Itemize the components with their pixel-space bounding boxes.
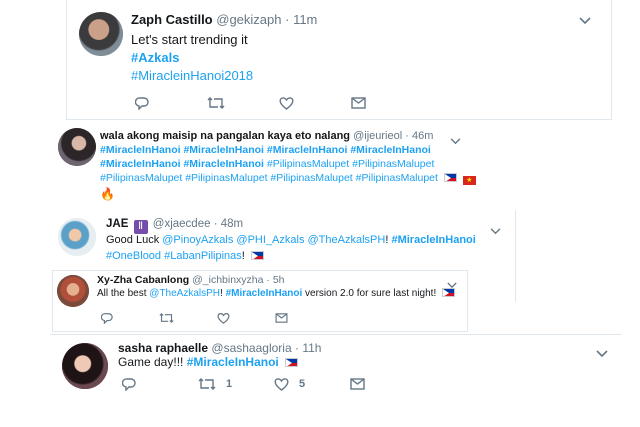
tweet-text: ! — [241, 250, 245, 262]
tweet-actions: 1 5 — [122, 377, 365, 391]
hashtag-links[interactable]: #PilipinasMalupet #PilipinasMalupet #Pil… — [100, 172, 438, 184]
message-icon[interactable] — [275, 313, 288, 323]
vietnam-flag-icon: ★ — [462, 176, 476, 185]
philippines-flag-icon — [250, 251, 264, 260]
reply-icon[interactable] — [135, 96, 207, 110]
hashtag-links[interactable]: #MiracleInHanoi #MiracleInHanoi #Miracle… — [100, 144, 431, 156]
tweet-card-2[interactable]: wala akong maisip na pangalan kaya eto n… — [52, 124, 476, 204]
avatar[interactable] — [79, 12, 123, 56]
tweet-actions — [135, 96, 366, 110]
avatar[interactable] — [58, 218, 96, 256]
avatar[interactable] — [58, 128, 96, 166]
tweet-author-handle[interactable]: @sashaagloria — [211, 341, 291, 355]
hashtag-link[interactable]: #LabanPilipinas — [164, 250, 242, 262]
retweet-icon[interactable] — [207, 96, 279, 110]
reply-icon[interactable] — [101, 312, 159, 324]
mention-link[interactable]: @PinoyAzkals — [162, 234, 233, 246]
tweet-time[interactable]: · 11m — [285, 12, 317, 27]
tweet-author-name[interactable]: wala akong maisip na pangalan kaya eto n… — [100, 130, 350, 142]
hashtag-links[interactable]: #MiracleInHanoi #MiracleInHanoi — [100, 158, 267, 170]
tweet-author-name[interactable]: JAE — [106, 218, 128, 230]
tweet-time[interactable]: · 11h — [295, 341, 321, 355]
tweet-text: version 2.0 for sure last night! — [302, 288, 439, 299]
hashtag-links[interactable]: #PilipinasMalupet #PilipinasMalupet — [267, 158, 435, 170]
hashtag-link[interactable]: #MiracleInHanoi — [391, 234, 475, 246]
chevron-down-icon[interactable] — [579, 12, 591, 30]
tweet-actions — [101, 312, 288, 324]
tweet-card-1[interactable]: Zaph Castillo @gekizaph · 11m Let's star… — [66, 0, 612, 120]
mention-link[interactable]: @PHI_Azkals — [236, 234, 304, 246]
retweet-count: 1 — [226, 378, 233, 390]
chevron-down-icon[interactable] — [596, 345, 608, 363]
gemini-icon: Ⅱ — [133, 220, 148, 234]
reply-icon[interactable] — [122, 377, 198, 391]
tweet-time[interactable]: · 46m — [405, 130, 433, 142]
like-count: 5 — [299, 378, 306, 390]
tweet-author-name[interactable]: sasha raphaelle — [118, 341, 208, 355]
tweet-card-5[interactable]: sasha raphaelle @sashaagloria · 11h Game… — [50, 334, 622, 400]
philippines-flag-icon — [442, 288, 455, 297]
tweet-text: All the best — [97, 288, 150, 299]
hashtag-link[interactable]: #MiracleInHanoi — [226, 288, 303, 299]
like-icon[interactable]: 5 — [274, 377, 350, 391]
tweet-time[interactable]: · 5h — [266, 274, 284, 286]
tweet-author-handle[interactable]: @_ichbinxyzha — [192, 274, 263, 286]
tweet-author-name[interactable]: Zaph Castillo — [131, 12, 213, 27]
tweet-card-4[interactable]: Xy-Zha Cabanlong @_ichbinxyzha · 5h All … — [52, 270, 468, 332]
tweet-author-name[interactable]: Xy-Zha Cabanlong — [97, 274, 189, 286]
tweet-time[interactable]: · 48m — [214, 218, 243, 230]
fire-icon: 🔥 — [100, 187, 115, 201]
tweet-text: Good Luck — [106, 234, 163, 246]
chevron-down-icon[interactable] — [490, 222, 501, 240]
tweet-author-handle[interactable]: @gekizaph — [216, 12, 281, 27]
tweet-author-handle[interactable]: @ijeurieol — [353, 130, 402, 142]
tweet-author-handle[interactable]: @xjaecdee — [153, 218, 211, 230]
like-icon[interactable] — [217, 312, 275, 324]
tweet-text: Let's start trending it — [131, 32, 248, 47]
retweet-icon[interactable] — [159, 312, 217, 324]
avatar[interactable] — [57, 275, 89, 307]
mention-link[interactable]: @TheAzkalsPH — [149, 288, 220, 299]
tweet-text: Game day!!! — [118, 355, 187, 369]
chevron-down-icon[interactable] — [450, 132, 461, 150]
message-icon[interactable] — [351, 97, 366, 109]
hashtag-link[interactable]: #Azkals — [131, 50, 179, 65]
retweet-icon[interactable]: 1 — [198, 377, 274, 391]
hashtag-link[interactable]: #MiracleinHanoi2018 — [131, 68, 253, 83]
like-icon[interactable] — [279, 96, 351, 110]
message-icon[interactable] — [350, 378, 365, 390]
hashtag-link[interactable]: #MiracleInHanoi — [187, 355, 279, 369]
philippines-flag-icon — [285, 358, 299, 367]
avatar[interactable] — [62, 343, 108, 389]
hashtag-link[interactable]: #OneBlood — [106, 250, 161, 262]
philippines-flag-icon — [443, 173, 457, 182]
mention-link[interactable]: @TheAzkalsPH — [308, 234, 386, 246]
